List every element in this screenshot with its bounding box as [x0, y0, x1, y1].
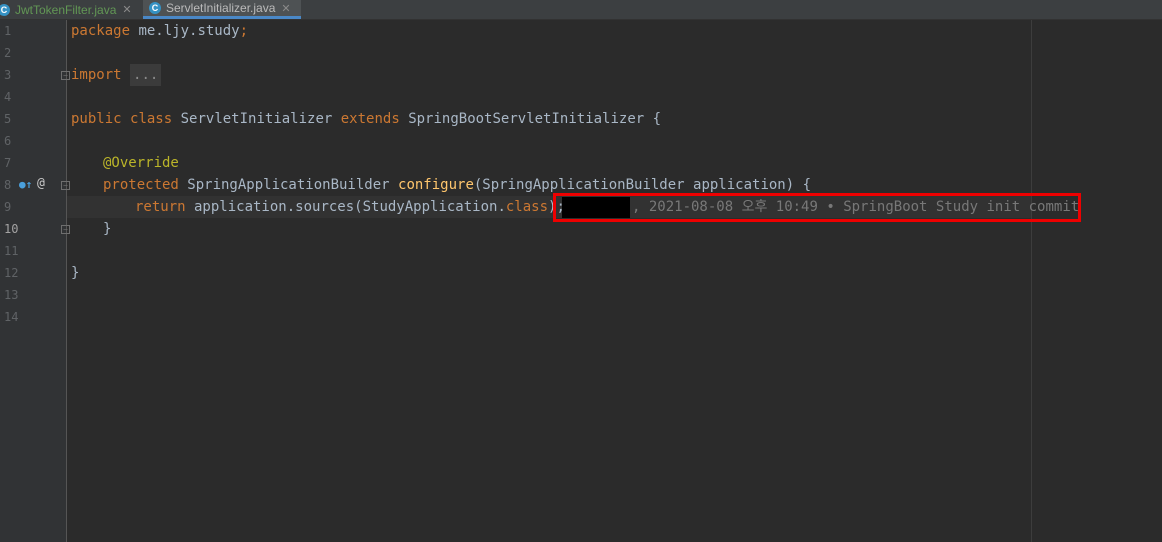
line-number: 6: [4, 134, 12, 148]
line-number: 11: [4, 244, 19, 258]
code-line-8[interactable]: @Override: [103, 152, 179, 174]
closing-brace: }: [71, 265, 80, 281]
line-number: 2: [4, 46, 12, 60]
keyword: import: [71, 67, 122, 83]
fold-method-icon[interactable]: −: [61, 181, 70, 190]
code-line-3[interactable]: import ...: [71, 64, 162, 86]
parameters: (SpringApplicationBuilder application) {: [473, 177, 812, 193]
semicolon: ;: [239, 23, 249, 39]
class-name: ServletInitializer: [172, 111, 341, 127]
keyword: class: [505, 199, 549, 215]
line-number: 10: [4, 222, 19, 236]
line-number: 9: [4, 200, 12, 214]
expression: application.sources(StudyApplication.: [185, 199, 506, 215]
code-line-1[interactable]: package me.ljy.study;: [71, 20, 248, 42]
keyword: package: [71, 23, 131, 39]
override-method-icon[interactable]: ●↑: [19, 178, 32, 191]
tab-jwt-token-filter[interactable]: C JwtTokenFilter.java ✕: [0, 0, 139, 19]
close-icon[interactable]: ✕: [281, 2, 290, 15]
fold-end-icon[interactable]: −: [61, 225, 70, 234]
highlight-box: [553, 193, 1081, 222]
keyword: return: [135, 199, 186, 215]
keyword: protected: [103, 177, 179, 193]
line-number: 3: [4, 68, 12, 82]
annotation: @Override: [103, 155, 179, 171]
tab-label: ServletInitializer.java: [166, 1, 276, 15]
keyword: extends: [340, 111, 400, 127]
folded-imports[interactable]: ...: [130, 64, 162, 86]
superclass: SpringBootServletInitializer {: [399, 111, 662, 127]
tab-label: JwtTokenFilter.java: [15, 2, 117, 17]
return-type: SpringApplicationBuilder: [178, 177, 399, 193]
line-number: 14: [4, 310, 19, 324]
closing-brace: }: [103, 221, 112, 237]
keyword: public: [71, 111, 122, 127]
code-line-13[interactable]: }: [71, 262, 79, 284]
close-icon[interactable]: ✕: [122, 3, 131, 16]
code-line-11[interactable]: }: [103, 218, 111, 240]
method-name: configure: [398, 177, 474, 193]
editor-tab-bar: C JwtTokenFilter.java ✕ C ServletInitial…: [0, 0, 1162, 20]
code-line-6[interactable]: public class ServletInitializer extends …: [71, 108, 661, 130]
tab-servlet-initializer[interactable]: C ServletInitializer.java ✕: [143, 0, 301, 19]
line-number: 4: [4, 90, 12, 104]
keyword: class: [130, 111, 173, 127]
line-number: 13: [4, 288, 19, 302]
line-number: 5: [4, 112, 12, 126]
line-number-gutter[interactable]: 1 2 3 4 5 6 7 8 9 10 11 12 13 14: [0, 20, 67, 542]
line-number: 12: [4, 266, 19, 280]
code-line-10[interactable]: return application.sources(StudyApplicat…: [135, 196, 565, 218]
line-number: 1: [4, 24, 12, 38]
line-number: 7: [4, 156, 12, 170]
class-icon: C: [0, 3, 10, 16]
right-margin-guide: [1031, 20, 1032, 542]
fold-import-icon[interactable]: −: [61, 71, 70, 80]
annotation-icon[interactable]: @: [37, 176, 45, 191]
package-name: me.ljy.study: [130, 23, 240, 39]
class-icon: C: [149, 2, 161, 14]
